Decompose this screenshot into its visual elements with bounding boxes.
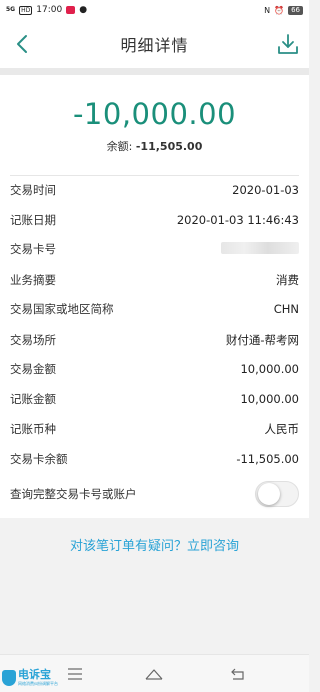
detail-value: 10,000.00 [240, 392, 299, 406]
transaction-amount: -10,000.00 [72, 97, 237, 131]
watermark-subtitle: 网络消费纠纷调解平台 [18, 681, 58, 686]
detail-value: 消费 [276, 273, 299, 287]
balance-label: 余额: [106, 140, 133, 153]
detail-row-transaction-time: 交易时间 2020-01-03 [10, 181, 299, 199]
menu-icon[interactable] [66, 665, 84, 683]
detail-row-posting-amount: 记账金额 10,000.00 [10, 390, 299, 408]
watermark-logo: 电诉宝 网络消费纠纷调解平台 [0, 663, 62, 692]
toggle-knob [258, 483, 280, 505]
nfc-icon: N [264, 5, 271, 15]
download-button[interactable] [275, 31, 301, 57]
back-nav-icon[interactable] [228, 665, 246, 683]
detail-label: 记账日期 [10, 213, 56, 227]
balance-line: 余额: -11,505.00 [0, 138, 309, 154]
detail-label: 交易卡号 [10, 242, 56, 256]
consult-link[interactable]: 对该笔订单有疑问？立即咨询 [0, 535, 309, 554]
masked-card-number [221, 241, 299, 254]
detail-value: 人民币 [264, 422, 300, 436]
battery-icon: 66 [288, 5, 303, 15]
detail-row-card-balance: 交易卡余额 -11,505.00 [10, 450, 299, 468]
alarm-icon: ⏰ [274, 5, 285, 15]
chevron-left-icon [17, 35, 27, 53]
detail-label: 交易时间 [10, 183, 56, 197]
balance-value: -11,505.00 [135, 140, 203, 153]
clock: 17:00 [36, 5, 63, 15]
app-notification-icon [66, 6, 76, 14]
detail-row-currency: 记账币种 人民币 [10, 420, 299, 438]
detail-label: 交易金额 [10, 362, 56, 376]
detail-row-transaction-amount: 交易金额 10,000.00 [10, 360, 299, 378]
query-full-card-toggle[interactable] [255, 481, 299, 507]
status-bar: 5G HD 17:00 ● N ⏰ 66 [0, 0, 309, 20]
transaction-detail-card: -10,000.00 余额: -11,505.00 交易时间 2020-01-0… [0, 75, 309, 518]
detail-label: 交易国家或地区简称 [10, 301, 114, 316]
detail-label: 业务摘要 [10, 273, 56, 287]
detail-row-merchant: 交易场所 财付通-帮考网 [10, 331, 299, 349]
detail-label: 交易卡余额 [10, 452, 68, 466]
detail-value: -11,505.00 [236, 452, 299, 466]
detail-value: 10,000.00 [240, 362, 299, 376]
page-title: 明细详情 [120, 36, 189, 55]
query-full-card-label: 查询完整交易卡号或账户 [10, 487, 137, 501]
detail-value: 财付通-帮考网 [225, 333, 299, 347]
detail-row-posting-date: 记账日期 2020-01-03 11:46:43 [10, 211, 299, 229]
home-icon[interactable] [145, 665, 163, 683]
detail-label: 记账币种 [10, 422, 56, 436]
header-divider [0, 68, 309, 75]
location-icon: ● [79, 5, 88, 15]
watermark-title: 电诉宝 [18, 668, 51, 681]
shield-icon [2, 669, 16, 686]
title-bar: 明细详情 [0, 20, 309, 68]
detail-value: 2020-01-03 11:46:43 [176, 213, 299, 227]
detail-row-country: 交易国家或地区简称 CHN [10, 295, 299, 323]
download-icon [278, 34, 298, 54]
section-divider [10, 175, 299, 176]
detail-label: 记账金额 [10, 392, 56, 406]
detail-value [221, 241, 299, 257]
back-button[interactable] [10, 32, 34, 56]
detail-label: 交易场所 [10, 333, 56, 347]
signal-icon: 5G [6, 6, 16, 13]
detail-value: CHN [273, 302, 299, 316]
hd-badge: HD [19, 5, 33, 15]
detail-row-summary: 业务摘要 消费 [10, 271, 299, 289]
detail-row-card-number: 交易卡号 [10, 240, 299, 258]
detail-value: 2020-01-03 [232, 183, 299, 197]
